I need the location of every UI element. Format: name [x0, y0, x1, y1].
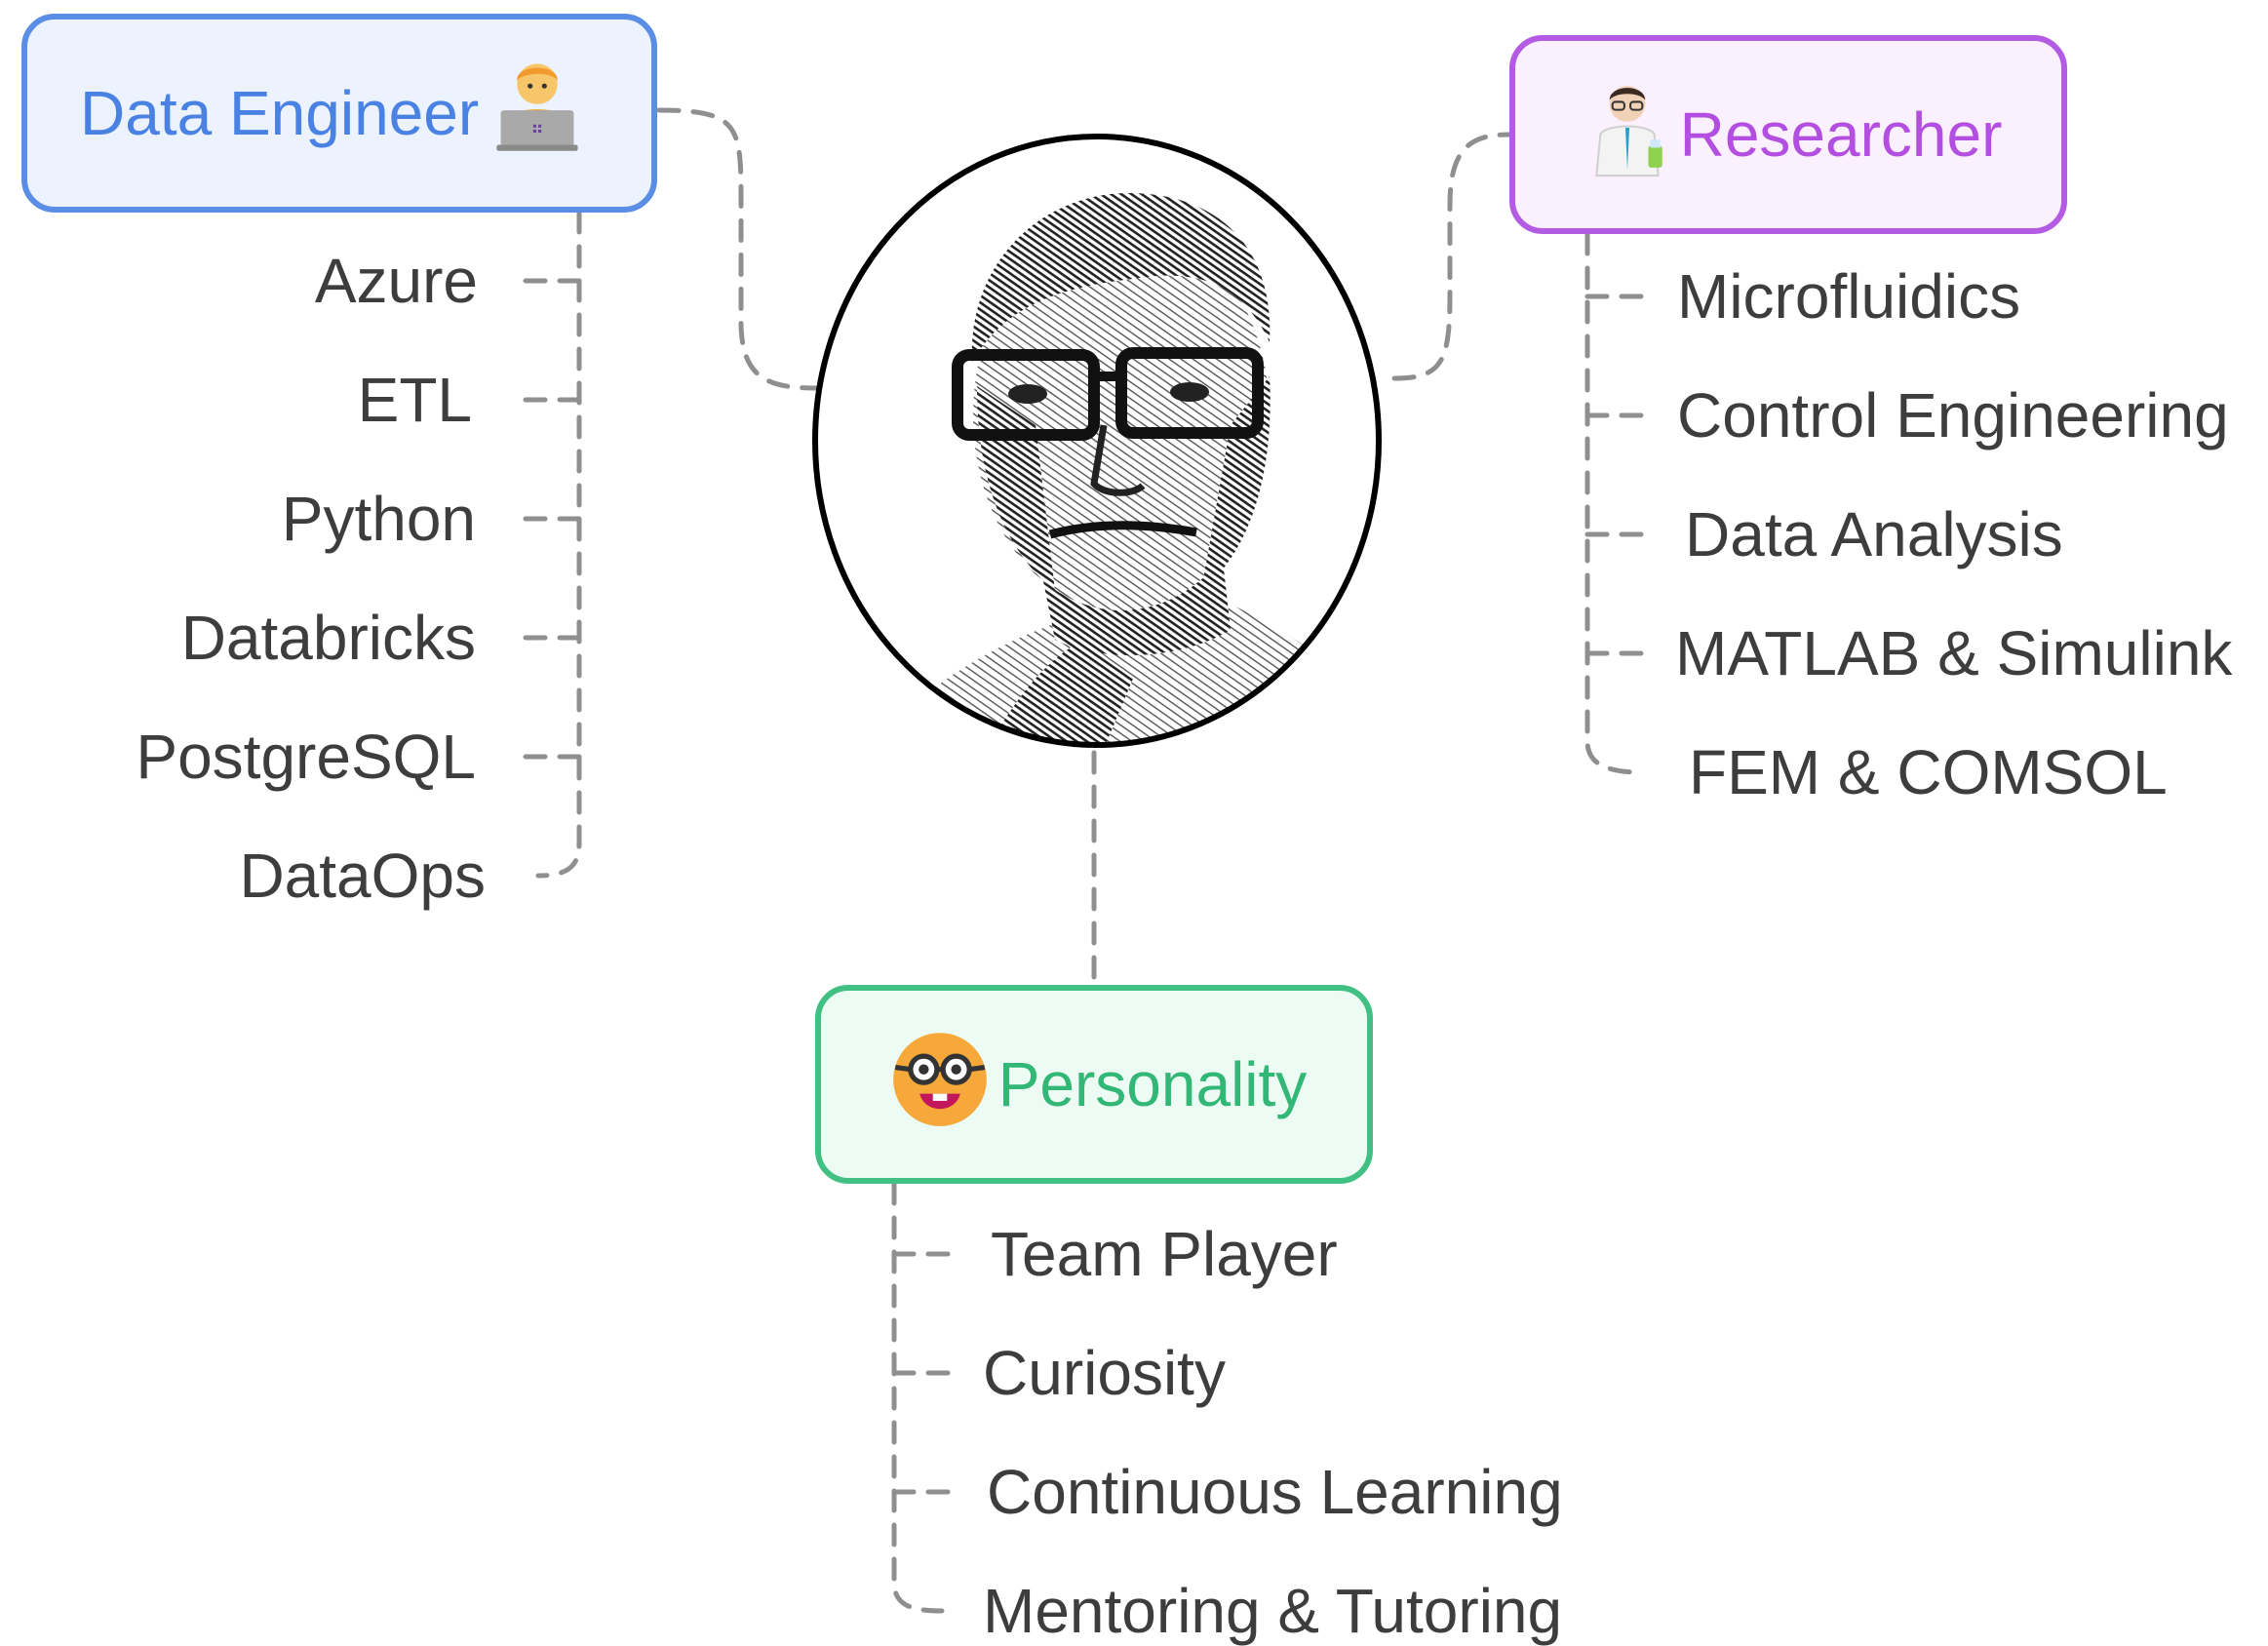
connector-center-data-engineer: [656, 107, 820, 391]
list-item: PostgreSQL: [136, 722, 476, 792]
list-item: Continuous Learning: [987, 1457, 1563, 1527]
researcher-label: Researcher: [1679, 99, 2003, 170]
portrait-photo: [812, 134, 1382, 748]
list-item: Control Engineering: [1677, 380, 2229, 451]
connector-trunk-personality: [891, 1181, 945, 1614]
technologist-icon: [487, 56, 588, 172]
list-item: Microfluidics: [1677, 261, 2021, 332]
data-engineer-label: Data Engineer: [80, 78, 480, 148]
personality-node: Personality: [815, 985, 1373, 1184]
connector-trunk-data-engineer: [535, 210, 582, 879]
list-item: Mentoring & Tutoring: [983, 1576, 1563, 1646]
data-engineer-node: Data Engineer: [21, 14, 657, 213]
nerd-face-icon: [889, 1027, 991, 1143]
researcher-node: Researcher: [1509, 35, 2067, 234]
list-item: Azure: [314, 246, 478, 316]
list-item: DataOps: [239, 841, 486, 911]
personality-label: Personality: [997, 1049, 1308, 1119]
list-item: Python: [281, 484, 476, 554]
connector-center-researcher: [1391, 132, 1512, 381]
list-item: MATLAB & Simulink: [1675, 618, 2233, 688]
list-item: FEM & COMSOL: [1689, 737, 2168, 807]
list-item: Data Analysis: [1685, 499, 2063, 569]
list-item: Team Player: [991, 1219, 1338, 1289]
list-item: Databricks: [180, 603, 476, 673]
list-item: Curiosity: [983, 1338, 1226, 1408]
scientist-icon: [1583, 77, 1672, 193]
connector-trunk-researcher: [1584, 231, 1645, 775]
list-item: ETL: [357, 365, 472, 435]
